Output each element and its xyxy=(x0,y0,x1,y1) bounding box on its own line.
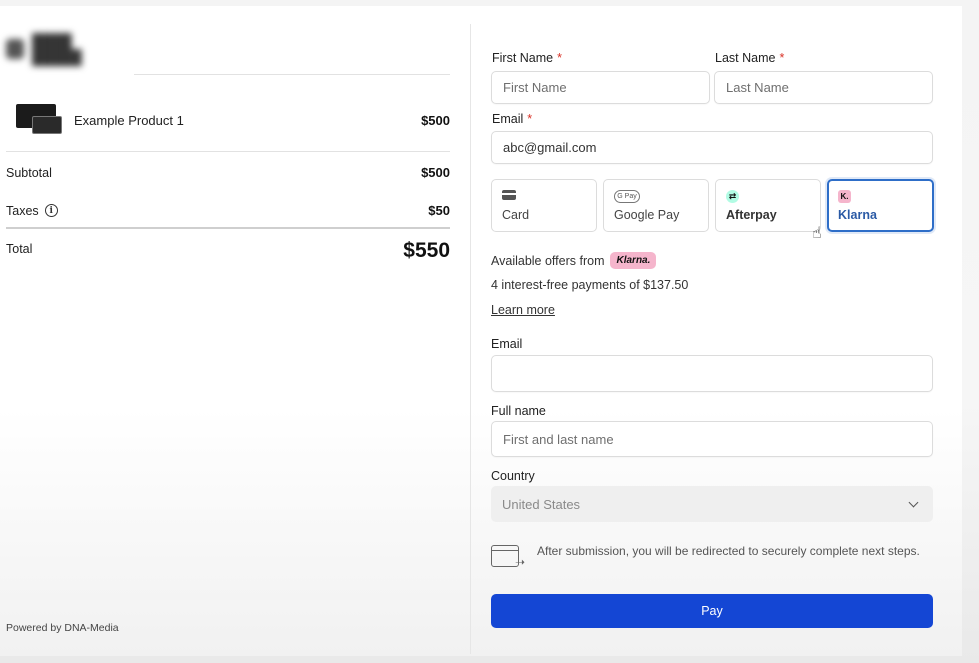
order-summary: ████ █████ Example Product 1 $500 Subtot… xyxy=(0,6,470,656)
full-name-input[interactable]: First and last name xyxy=(491,421,933,457)
payment-method-label: Afterpay xyxy=(726,208,777,222)
total-value: $550 xyxy=(403,239,450,262)
taxes-label: Taxes xyxy=(6,203,39,218)
redirect-text: After submission, you will be redirected… xyxy=(537,544,920,558)
subtotal-row: Subtotal $500 xyxy=(6,165,450,180)
installments-text: 4 interest-free payments of $137.50 xyxy=(491,278,689,292)
payment-method-label: Card xyxy=(502,208,530,222)
brand-name-blurred: ████ █████ xyxy=(32,33,82,65)
offers-text: Available offers from xyxy=(491,253,605,268)
klarna-offers: Available offers from Klarna. xyxy=(491,252,657,269)
checkout-page: ████ █████ Example Product 1 $500 Subtot… xyxy=(0,6,962,656)
payment-method-google-pay[interactable]: G Pay Google Pay xyxy=(603,179,709,232)
klarna-badge: Klarna. xyxy=(610,252,657,269)
last-name-input[interactable]: Last Name xyxy=(714,71,933,104)
redirect-notice: ➝ After submission, you will be redirect… xyxy=(491,543,933,571)
first-name-label: First Name * xyxy=(492,51,562,65)
total-label: Total xyxy=(6,242,33,256)
country-value: United States xyxy=(502,496,581,512)
klarna-email-input[interactable] xyxy=(491,355,933,392)
brand-mark-icon xyxy=(6,39,25,59)
taxes-value: $50 xyxy=(428,203,450,218)
payment-method-label: Klarna xyxy=(838,208,877,222)
pay-button[interactable]: Pay xyxy=(491,594,933,628)
taxes-row: Taxes i $50 xyxy=(6,203,450,218)
afterpay-icon: ⇄ xyxy=(726,190,739,203)
payment-method-klarna[interactable]: K. Klarna xyxy=(827,179,934,232)
divider xyxy=(134,74,450,75)
klarna-email-label: Email xyxy=(491,337,523,351)
total-row: Total $550 xyxy=(6,239,450,263)
powered-by: Powered by DNA-Media xyxy=(6,622,119,634)
klarna-icon: K. xyxy=(838,190,851,203)
info-icon[interactable]: i xyxy=(44,204,58,217)
email-input[interactable]: abc@gmail.com xyxy=(491,131,933,164)
country-label: Country xyxy=(491,469,535,483)
learn-more-link[interactable]: Learn more xyxy=(491,303,555,317)
product-price: $500 xyxy=(421,112,450,128)
payment-method-card[interactable]: Card xyxy=(491,179,597,232)
checkout-form: First Name * Last Name * First Name Last N… xyxy=(471,6,962,656)
product-line-item: Example Product 1 $500 xyxy=(16,98,450,142)
brand-logo: ████ █████ xyxy=(6,33,116,65)
google-pay-icon: G Pay xyxy=(614,190,640,203)
subtotal-label: Subtotal xyxy=(6,165,52,180)
full-name-label: Full name xyxy=(491,404,546,418)
product-name: Example Product 1 xyxy=(74,112,184,128)
product-thumbnail xyxy=(16,104,62,136)
first-name-input[interactable]: First Name xyxy=(491,71,710,104)
email-label: Email * xyxy=(492,112,533,126)
payment-method-label: Google Pay xyxy=(614,208,680,222)
last-name-label: Last Name * xyxy=(715,51,785,65)
payment-method-afterpay[interactable]: ⇄ Afterpay xyxy=(715,179,821,232)
subtotal-value: $500 xyxy=(421,165,450,180)
redirect-window-icon: ➝ xyxy=(491,545,525,571)
card-icon xyxy=(502,190,516,200)
taxes-label-group: Taxes i xyxy=(6,204,58,218)
chevron-down-icon xyxy=(908,497,919,507)
hand-cursor-icon: ☝ xyxy=(812,225,822,242)
country-select[interactable]: United States xyxy=(491,486,933,522)
divider xyxy=(6,227,450,229)
divider xyxy=(6,151,450,152)
